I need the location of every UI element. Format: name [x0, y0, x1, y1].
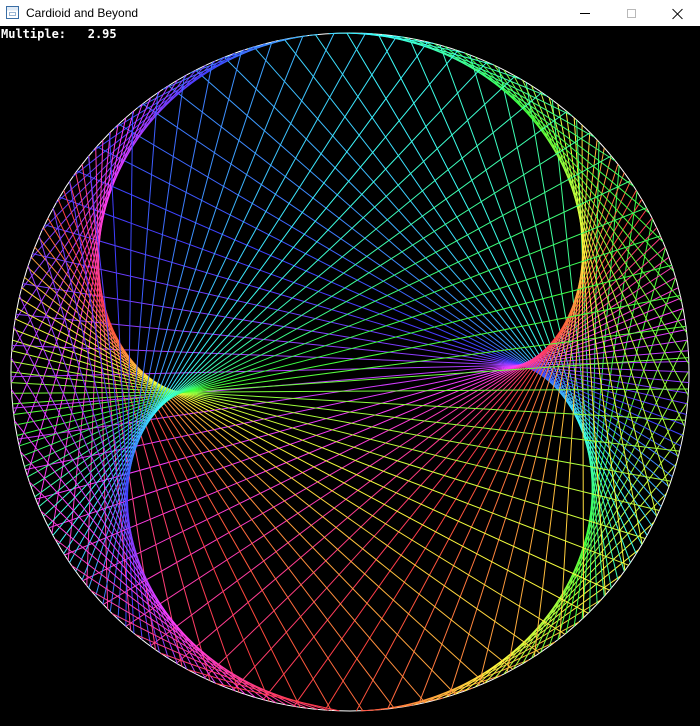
chord-line — [215, 682, 340, 712]
window-title: Cardioid and Beyond — [26, 6, 139, 20]
chord-line — [69, 33, 366, 563]
chord-line — [346, 32, 648, 536]
maximize-icon — [626, 8, 636, 18]
chord-line — [71, 565, 277, 704]
chord-line — [21, 287, 540, 654]
maximize-button[interactable] — [608, 0, 654, 26]
chord-line — [92, 52, 236, 152]
chord-line — [493, 463, 677, 680]
chord-line — [434, 621, 580, 701]
chord-line — [448, 164, 619, 697]
chord-line — [88, 41, 273, 589]
chord-line — [474, 521, 655, 688]
chord-line — [559, 132, 591, 639]
chord-line — [423, 40, 595, 138]
cardioid-drawing — [10, 32, 690, 712]
close-icon — [672, 8, 683, 19]
multiple-readout: Multiple: 2.95 — [1, 27, 117, 41]
chord-line — [324, 199, 643, 711]
chord-line — [540, 91, 670, 488]
chord-line — [69, 181, 152, 647]
app-window-icon — [6, 6, 19, 19]
title-bar[interactable]: Cardioid and Beyond — [0, 0, 700, 26]
drawing-canvas[interactable] — [0, 26, 700, 726]
chord-line — [464, 549, 640, 692]
chord-line — [162, 43, 266, 90]
multiple-value: 2.95 — [87, 27, 117, 41]
chord-line — [454, 575, 622, 695]
close-button[interactable] — [654, 0, 700, 26]
chord-line — [54, 538, 266, 701]
chord-lines — [10, 32, 690, 712]
chord-line — [339, 32, 372, 35]
chord-line — [493, 64, 688, 333]
chord-line — [309, 34, 319, 36]
chord-line — [41, 64, 207, 231]
chord-line — [28, 481, 246, 695]
minimize-button[interactable] — [562, 0, 608, 26]
chord-line — [581, 124, 585, 618]
chord-line — [392, 687, 473, 709]
app-window: Cardioid and Beyond Multiple: 2.95 — [0, 0, 700, 726]
chord-line — [355, 190, 637, 712]
minimize-icon — [580, 12, 590, 14]
chord-line — [19, 295, 188, 670]
multiple-label: Multiple: — [1, 27, 67, 41]
chord-line — [42, 75, 516, 517]
chord-line — [522, 370, 690, 665]
chord-line — [328, 32, 341, 35]
chord-line — [14, 318, 610, 591]
chord-line — [24, 180, 631, 468]
chord-line — [387, 181, 631, 710]
chord-line — [57, 41, 428, 545]
